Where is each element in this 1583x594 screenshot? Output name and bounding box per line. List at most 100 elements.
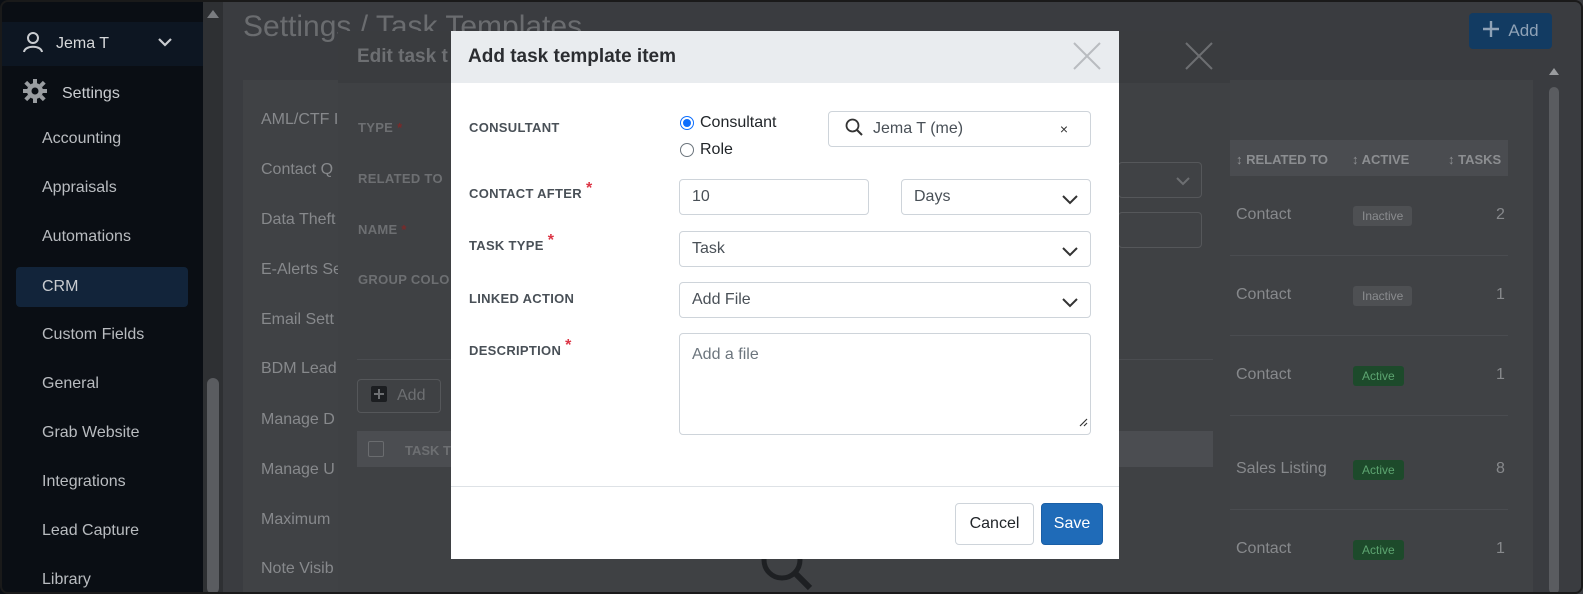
sidebar-item-grab-website[interactable]: Grab Website [16,413,188,453]
template-list-item[interactable]: Email Sett [261,311,334,329]
status-badge: Active [1353,366,1404,386]
table-cell-related-to: Contact [1236,206,1292,223]
radio-consultant[interactable]: Consultant [680,114,777,132]
task-type-select[interactable]: Task [679,231,1091,267]
sidebar-item-library[interactable]: Library [16,560,188,594]
description-placeholder: Add a file [692,346,759,363]
settings-label: Settings [62,84,120,102]
sidebar-item-lead-capture[interactable]: Lead Capture [16,511,188,551]
sidebar-item-appraisals[interactable]: Appraisals [16,168,188,208]
row-divider [1230,255,1508,256]
table-cell-related-to: Contact [1236,540,1292,557]
template-list-item[interactable]: Manage U [261,461,335,479]
sidebar-item-general[interactable]: General [16,364,188,404]
scroll-up-arrow-icon[interactable] [1549,68,1559,75]
user-icon [22,31,44,58]
sidebar-scrollbar-thumb[interactable] [207,378,219,594]
status-badge: Active [1353,460,1404,480]
column-header-active[interactable]: ↕ ACTIVE [1352,152,1409,167]
template-list-item[interactable]: Data Theft [261,211,335,229]
edit-name-input[interactable] [1118,212,1202,248]
select-all-checkbox[interactable] [368,441,384,457]
linked-action-select[interactable]: Add File [679,282,1091,318]
table-cell-tasks: 1 [1496,540,1505,557]
table-cell-tasks: 1 [1496,286,1505,303]
edit-related-to-label: RELATED TO [358,171,443,186]
gear-icon [22,78,48,109]
table-cell-related-to: Contact [1236,286,1292,303]
sidebar-item-crm[interactable]: CRM [16,267,188,307]
consultant-value: Jema T (me) [873,120,964,137]
close-icon[interactable] [1071,40,1103,77]
edit-related-to-select[interactable] [1118,162,1202,198]
save-button[interactable]: Save [1041,503,1103,545]
contact-after-unit-value: Days [914,188,951,205]
edit-group-color-label: GROUP COLO [358,272,450,287]
resize-handle-icon[interactable] [1078,414,1088,432]
column-header-task: TASK T [405,443,451,458]
plus-square-icon [371,385,387,407]
sidebar-item-accounting[interactable]: Accounting [16,119,188,159]
status-badge: Inactive [1353,286,1413,306]
description-textarea[interactable]: Add a file [679,333,1091,435]
edit-modal-title: Edit task t [357,46,448,67]
chevron-down-icon [1062,192,1078,210]
table-cell-tasks: 1 [1496,366,1505,383]
scroll-up-arrow-icon[interactable] [207,10,219,18]
sidebar-settings[interactable]: Settings [22,78,120,109]
template-list-item[interactable]: Contact Q [261,161,333,179]
row-divider [1230,509,1508,510]
edit-type-label: TYPE * [358,120,403,135]
linked-action-value: Add File [692,291,751,308]
contact-after-unit-select[interactable]: Days [901,179,1091,215]
consultant-search-input[interactable]: Jema T (me) × [828,111,1091,147]
linked-action-label: LINKED ACTION [469,291,575,306]
page-scrollbar-thumb[interactable] [1549,87,1559,594]
close-icon[interactable] [1184,41,1214,76]
chevron-down-icon [1175,173,1191,194]
table-cell-tasks: 2 [1496,206,1505,223]
row-divider [1230,335,1508,336]
consultant-label: CONSULTANT [469,120,560,135]
template-list-item[interactable]: Manage D [261,411,335,429]
template-list-item[interactable]: Maximum [261,511,330,529]
status-badge: Active [1353,540,1404,560]
edit-add-label: Add [397,387,426,404]
add-template-button[interactable]: Add [1469,13,1552,49]
user-menu[interactable]: Jema T [0,22,203,66]
table-cell-related-to: Sales Listing [1236,460,1327,477]
row-divider [1230,415,1508,416]
template-list-item[interactable]: AML/CTF I [261,111,338,129]
templates-table-header: ↕ RELATED TO ↕ ACTIVE ↕ TASKS [1230,140,1508,176]
radio-role[interactable]: Role [680,141,733,159]
clear-icon[interactable]: × [1060,121,1068,137]
add-template-label: Add [1508,21,1539,40]
chevron-down-icon [1062,244,1078,262]
radio-consultant-label: Consultant [700,114,777,131]
template-list-item[interactable]: Note Visib [261,560,334,578]
contact-after-label: CONTACT AFTER * [469,180,593,201]
sidebar-item-custom-fields[interactable]: Custom Fields [16,315,188,355]
radio-consultant-dot[interactable] [680,116,694,130]
modal-title: Add task template item [468,46,676,67]
radio-role-label: Role [700,141,733,158]
edit-name-label: NAME * [358,222,407,237]
contact-after-input[interactable]: 10 [679,179,869,215]
cancel-button[interactable]: Cancel [955,503,1034,545]
table-cell-related-to: Contact [1236,366,1292,383]
column-header-related-to[interactable]: ↕ RELATED TO [1236,152,1328,167]
sidebar: Jema T Settings Accounting Appraisals Au… [0,0,203,594]
search-icon [845,118,863,141]
column-header-tasks[interactable]: ↕ TASKS [1448,152,1501,167]
status-badge: Inactive [1353,206,1413,226]
chevron-down-icon [157,34,173,55]
sidebar-item-integrations[interactable]: Integrations [16,462,188,502]
table-cell-tasks: 8 [1496,460,1505,477]
edit-add-item-button[interactable]: Add [357,379,441,413]
sidebar-item-automations[interactable]: Automations [16,217,188,257]
template-list-item[interactable]: E-Alerts Se [261,261,342,279]
template-list-item[interactable]: BDM Lead [261,360,337,378]
radio-role-dot[interactable] [680,143,694,157]
chevron-down-icon [1062,295,1078,313]
user-name: Jema T [56,35,110,52]
